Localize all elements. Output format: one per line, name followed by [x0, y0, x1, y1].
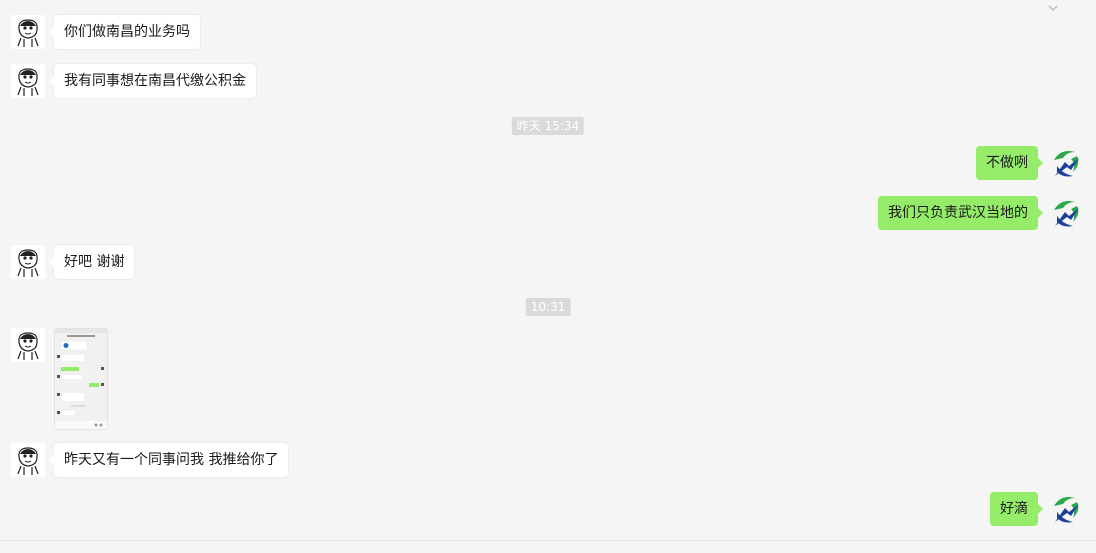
message-row: 你们做南昌的业务吗	[0, 15, 1096, 49]
cartoon-boy-avatar-icon	[11, 64, 45, 98]
contact-avatar[interactable]	[11, 328, 45, 362]
message-row: 我们只负责武汉当地的	[0, 196, 1096, 230]
timestamp-row: 10:31	[0, 298, 1096, 316]
divider	[0, 540, 1096, 541]
message-row: 我有同事想在南昌代缴公积金	[0, 64, 1096, 98]
timestamp-row: 昨天 15:34	[0, 117, 1096, 135]
timestamp: 10:31	[525, 298, 571, 316]
message-bubble[interactable]: 不做咧	[976, 146, 1043, 180]
dropdown-arrow-icon[interactable]	[1048, 0, 1058, 11]
cartoon-boy-avatar-icon	[11, 443, 45, 477]
contact-avatar[interactable]	[11, 443, 45, 477]
message-bubble[interactable]: 好滴	[990, 492, 1043, 526]
chat-screenshot-thumbnail-icon	[55, 329, 107, 429]
cartoon-boy-avatar-icon	[11, 15, 45, 49]
image-message-thumbnail[interactable]	[54, 328, 108, 430]
message-bubble[interactable]: 你们做南昌的业务吗	[49, 15, 200, 49]
message-bubble[interactable]: 我有同事想在南昌代缴公积金	[49, 64, 256, 98]
message-row: 好吧 谢谢	[0, 245, 1096, 279]
self-avatar[interactable]	[1049, 196, 1083, 230]
cartoon-boy-avatar-icon	[11, 245, 45, 279]
message-bubble[interactable]: 我们只负责武汉当地的	[878, 196, 1043, 230]
contact-avatar[interactable]	[11, 245, 45, 279]
message-row: 昨天又有一个同事问我 我推给你了	[0, 443, 1096, 477]
self-avatar[interactable]	[1049, 492, 1083, 526]
chat-message-area[interactable]: 你们做南昌的业务吗 我有同事想在南昌代缴公积金 昨天 15:34 不做咧 我们只…	[0, 0, 1096, 553]
contact-avatar[interactable]	[11, 64, 45, 98]
message-row: 好滴	[0, 492, 1096, 526]
message-row	[0, 328, 1096, 430]
message-bubble[interactable]: 昨天又有一个同事问我 我推给你了	[48, 443, 289, 477]
cartoon-boy-avatar-icon	[11, 328, 45, 362]
self-avatar[interactable]	[1049, 146, 1083, 180]
message-bubble[interactable]: 好吧 谢谢	[48, 245, 135, 279]
timestamp: 昨天 15:34	[511, 117, 585, 135]
message-row: 不做咧	[0, 146, 1096, 180]
company-logo-avatar-icon	[1054, 497, 1079, 523]
company-logo-avatar-icon	[1054, 201, 1079, 227]
contact-avatar[interactable]	[11, 15, 45, 49]
company-logo-avatar-icon	[1054, 151, 1079, 177]
